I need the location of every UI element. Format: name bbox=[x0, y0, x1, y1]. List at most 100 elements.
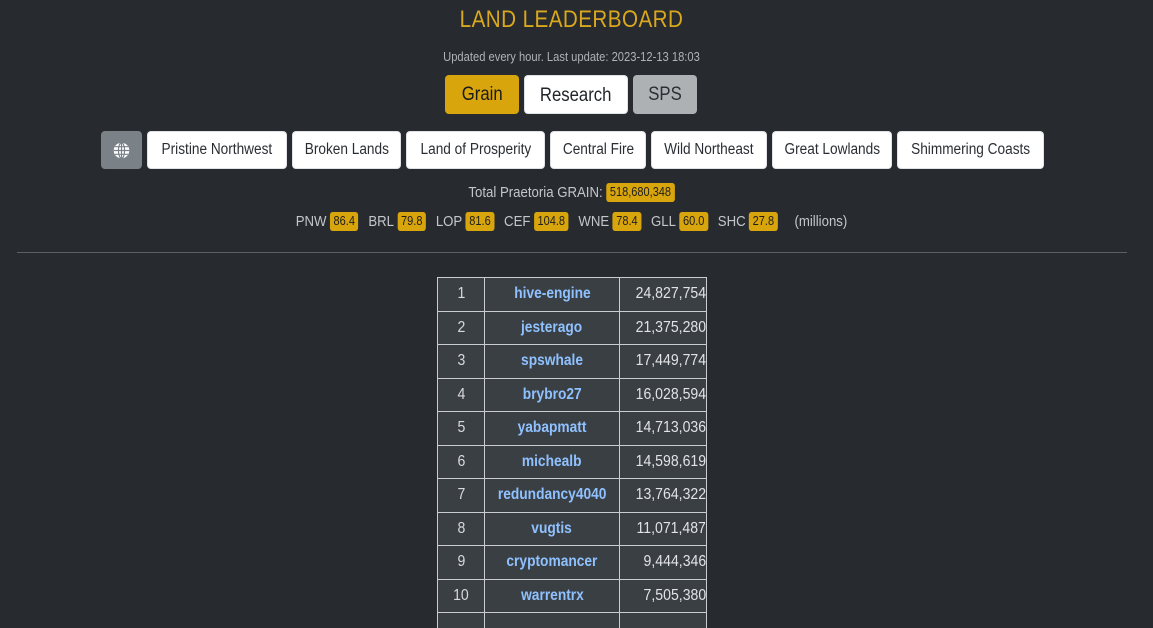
amount-cell bbox=[619, 612, 707, 628]
region-label: Land of Prosperity bbox=[420, 141, 531, 158]
amount-cell: 14,713,036 bbox=[619, 411, 707, 446]
amount-cell: 13,764,322 bbox=[619, 478, 707, 513]
rank-value: 2 bbox=[457, 318, 465, 336]
rank-cell: 1 bbox=[437, 277, 485, 312]
user-cell: brybro27 bbox=[484, 377, 620, 412]
region-central-fire-button[interactable]: Central Fire bbox=[550, 131, 646, 169]
user-link[interactable]: yabapmatt bbox=[518, 419, 587, 437]
region-label: Broken Lands bbox=[304, 141, 389, 158]
total-grain: Total Praetoria GRAIN: 518,680,348 bbox=[69, 183, 1075, 202]
amount-cell: 14,598,619 bbox=[619, 444, 707, 479]
user-link[interactable]: cryptomancer bbox=[506, 553, 597, 571]
table-row: 4 brybro27 16,028,594 bbox=[437, 377, 707, 412]
region-label: Wild Northeast bbox=[664, 141, 754, 158]
all-regions-button[interactable] bbox=[101, 131, 142, 169]
user-cell: warrentrx bbox=[484, 578, 620, 613]
rank-cell: 2 bbox=[437, 310, 485, 345]
user-link[interactable]: warrentrx bbox=[521, 587, 584, 605]
user-link[interactable]: michealb bbox=[522, 453, 582, 471]
resource-tabs: Grain Research SPS bbox=[445, 75, 697, 114]
stat-badge: 27.8 bbox=[749, 212, 778, 231]
amount-value: 24,827,754 bbox=[635, 285, 706, 303]
user-link[interactable]: vugtis bbox=[532, 520, 573, 538]
table-row: 7 redundancy4040 13,764,322 bbox=[437, 478, 707, 513]
user-link[interactable]: brybro27 bbox=[523, 386, 582, 404]
region-wild-northeast-button[interactable]: Wild Northeast bbox=[651, 131, 767, 169]
leaderboard-table: 1 hive-engine 24,827,754 2 jesterago 21,… bbox=[437, 277, 707, 628]
rank-value: 6 bbox=[457, 452, 465, 470]
rank-value: 9 bbox=[457, 553, 465, 571]
stat-shc: SHC 27.8 bbox=[717, 212, 778, 231]
stat-badge: 81.6 bbox=[465, 212, 495, 231]
tab-research[interactable]: Research bbox=[524, 75, 628, 114]
table-row: 5 yabapmatt 14,713,036 bbox=[437, 411, 707, 446]
amount-cell: 17,449,774 bbox=[619, 344, 707, 379]
region-great-lowlands-button[interactable]: Great Lowlands bbox=[772, 131, 892, 169]
stats-unit: (millions) bbox=[794, 213, 848, 230]
region-label: Central Fire bbox=[562, 141, 634, 158]
total-grain-badge: 518,680,348 bbox=[606, 183, 675, 202]
table-row: 3 spswhale 17,449,774 bbox=[437, 344, 707, 379]
stat-code: SHC bbox=[717, 213, 746, 230]
amount-value: 16,028,594 bbox=[635, 385, 706, 403]
rank-cell: 3 bbox=[437, 344, 485, 379]
tab-sps-label: SPS bbox=[648, 84, 682, 105]
amount-value: 14,713,036 bbox=[635, 419, 706, 437]
stat-code: BRL bbox=[368, 213, 395, 230]
rank-value: 8 bbox=[457, 519, 465, 537]
rank-value: 7 bbox=[457, 486, 465, 504]
region-stats: PNW 86.4 BRL 79.8 LOP 81.6 CEF 104.8 WNE 78.4… bbox=[69, 212, 1075, 231]
tab-grain-label: Grain bbox=[461, 84, 503, 105]
divider bbox=[17, 252, 1127, 253]
stat-brl: BRL 79.8 bbox=[368, 212, 426, 231]
stat-code: LOP bbox=[435, 213, 463, 230]
user-cell bbox=[484, 612, 620, 628]
user-cell: cryptomancer bbox=[484, 545, 620, 580]
user-cell: yabapmatt bbox=[484, 411, 620, 446]
globe-icon bbox=[113, 141, 130, 159]
rank-cell: 5 bbox=[437, 411, 485, 446]
region-label: Shimmering Coasts bbox=[910, 141, 1031, 158]
region-broken-lands-button[interactable]: Broken Lands bbox=[292, 131, 401, 169]
amount-value: 11,071,487 bbox=[636, 519, 706, 537]
stat-badge: 79.8 bbox=[397, 212, 426, 231]
total-grain-label: Total Praetoria GRAIN: bbox=[468, 184, 603, 201]
stat-badge: 60.0 bbox=[679, 212, 708, 231]
table-row: 9 cryptomancer 9,444,346 bbox=[437, 545, 707, 580]
stat-lop: LOP 81.6 bbox=[435, 212, 495, 231]
rank-value: 10 bbox=[453, 586, 469, 604]
table-row: 8 vugtis 11,071,487 bbox=[437, 511, 707, 546]
rank-cell: 4 bbox=[437, 377, 485, 412]
amount-cell: 24,827,754 bbox=[619, 277, 707, 312]
rank-cell: 6 bbox=[437, 444, 485, 479]
tab-grain[interactable]: Grain bbox=[445, 75, 519, 114]
user-link[interactable]: spswhale bbox=[521, 352, 583, 370]
region-land-of-prosperity-button[interactable]: Land of Prosperity bbox=[406, 131, 545, 169]
amount-cell: 16,028,594 bbox=[619, 377, 707, 412]
amount-value: 13,764,322 bbox=[635, 486, 706, 504]
region-shimmering-coasts-button[interactable]: Shimmering Coasts bbox=[897, 131, 1044, 169]
rank-value: 4 bbox=[457, 385, 465, 403]
stat-code: PNW bbox=[295, 213, 327, 230]
region-label: Great Lowlands bbox=[784, 141, 880, 158]
stat-wne: WNE 78.4 bbox=[578, 212, 642, 231]
user-link[interactable]: hive-engine bbox=[514, 285, 590, 303]
rank-cell: 10 bbox=[437, 578, 485, 613]
user-link[interactable]: redundancy4040 bbox=[498, 486, 607, 504]
stat-cef: CEF 104.8 bbox=[504, 212, 569, 231]
amount-cell: 7,505,380 bbox=[619, 578, 707, 613]
region-pristine-northwest-button[interactable]: Pristine Northwest bbox=[147, 131, 287, 169]
stat-badge: 104.8 bbox=[533, 212, 569, 231]
table-row: 1 hive-engine 24,827,754 bbox=[437, 277, 707, 312]
rank-value: 3 bbox=[457, 352, 465, 370]
rank-cell: 8 bbox=[437, 511, 485, 546]
user-cell: redundancy4040 bbox=[484, 478, 620, 513]
stat-pnw: PNW 86.4 bbox=[295, 212, 359, 231]
page-title: LAND LEADERBOARD bbox=[459, 6, 684, 33]
amount-cell: 9,444,346 bbox=[619, 545, 707, 580]
stat-code: WNE bbox=[578, 213, 610, 230]
region-filter: Pristine Northwest Broken Lands Land of … bbox=[101, 131, 1044, 169]
last-update-text: Updated every hour. Last update: 2023-12… bbox=[443, 49, 700, 64]
tab-sps[interactable]: SPS bbox=[633, 75, 697, 114]
user-link[interactable]: jesterago bbox=[521, 319, 582, 337]
